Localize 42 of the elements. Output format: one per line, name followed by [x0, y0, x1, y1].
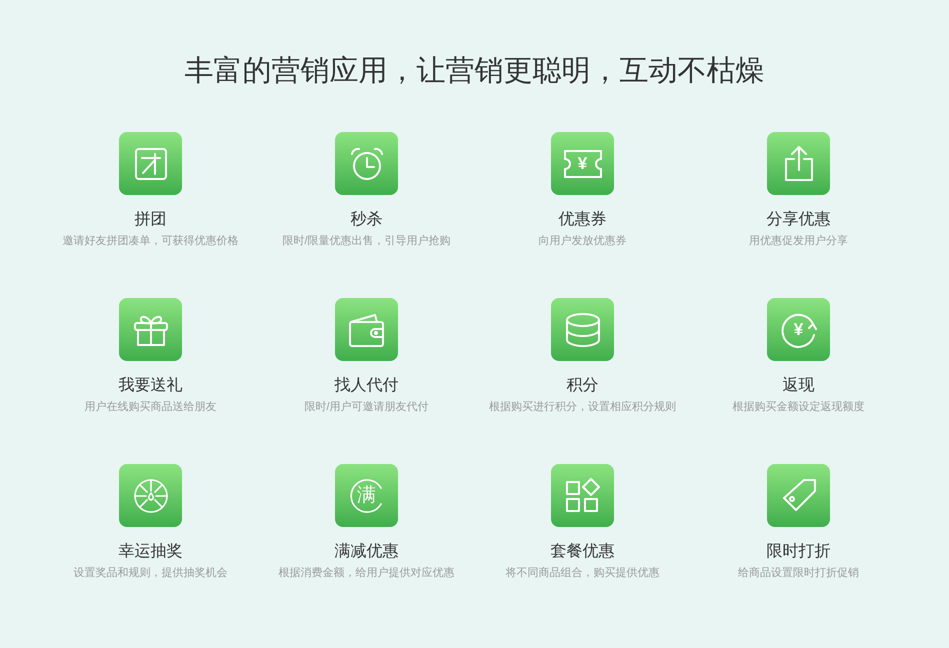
feature-description: 限时/用户可邀请朋友代付 — [304, 400, 429, 414]
feature-title: 套餐优惠 — [550, 542, 614, 562]
feature-title: 找人代付 — [334, 376, 398, 396]
feature-description: 向用户发放优惠券 — [538, 234, 626, 248]
feature-description: 用优惠促发用户分享 — [749, 234, 848, 248]
feature-tile[interactable] — [119, 298, 182, 361]
feature-tile[interactable] — [767, 132, 830, 195]
feature-title: 满减优惠 — [334, 542, 398, 562]
feature-tile[interactable] — [335, 132, 398, 195]
feature-title: 我要送礼 — [118, 376, 182, 396]
feature-title: 返现 — [782, 376, 814, 396]
feature-title: 拼团 — [134, 210, 166, 230]
feature-description: 限时/限量优惠出售，引导用户抢购 — [282, 234, 451, 248]
feature-tile[interactable]: ¥ — [767, 298, 830, 361]
feature-title: 分享优惠 — [766, 210, 830, 230]
feature-description: 用户在线购买商品送给朋友 — [84, 400, 216, 414]
apps-icon — [564, 476, 602, 514]
wallet-icon — [346, 312, 386, 348]
feature-description: 根据购买进行积分，设置相应积分规则 — [489, 400, 676, 414]
feature-tile[interactable] — [119, 132, 182, 195]
feature-tile[interactable] — [119, 464, 182, 527]
section-heading: 丰富的营销应用，让营销更聪明，互动不枯燥 — [184, 54, 764, 89]
feature-title: 限时打折 — [766, 542, 830, 562]
feature-description: 根据消费金额，给用户提供对应优惠 — [278, 566, 454, 580]
feature-tile[interactable] — [767, 464, 830, 527]
prize-wheel-icon — [132, 476, 170, 514]
square-slash-icon — [132, 146, 168, 182]
feature-tile[interactable] — [551, 464, 614, 527]
feature-tile[interactable]: 满 — [335, 464, 398, 527]
feature-title: 优惠券 — [558, 210, 606, 230]
feature-description: 将不同商品组合，购买提供优惠 — [506, 566, 660, 580]
feature-title: 幸运抽奖 — [118, 542, 182, 562]
ticket-icon: ¥ — [562, 148, 602, 178]
feature-description: 设置奖品和规则，提供抽奖机会 — [74, 566, 228, 580]
feature-tile[interactable] — [551, 298, 614, 361]
feature-title: 积分 — [566, 376, 598, 396]
feature-tile[interactable]: ¥ — [551, 132, 614, 195]
feature-title: 秒杀 — [350, 210, 382, 230]
feature-description: 邀请好友拼团凑单，可获得优惠价格 — [62, 234, 238, 248]
feature-description: 给商品设置限时打折促销 — [738, 566, 859, 580]
feature-tile[interactable] — [335, 298, 398, 361]
feature-description: 根据购买金额设定返现额度 — [732, 400, 864, 414]
